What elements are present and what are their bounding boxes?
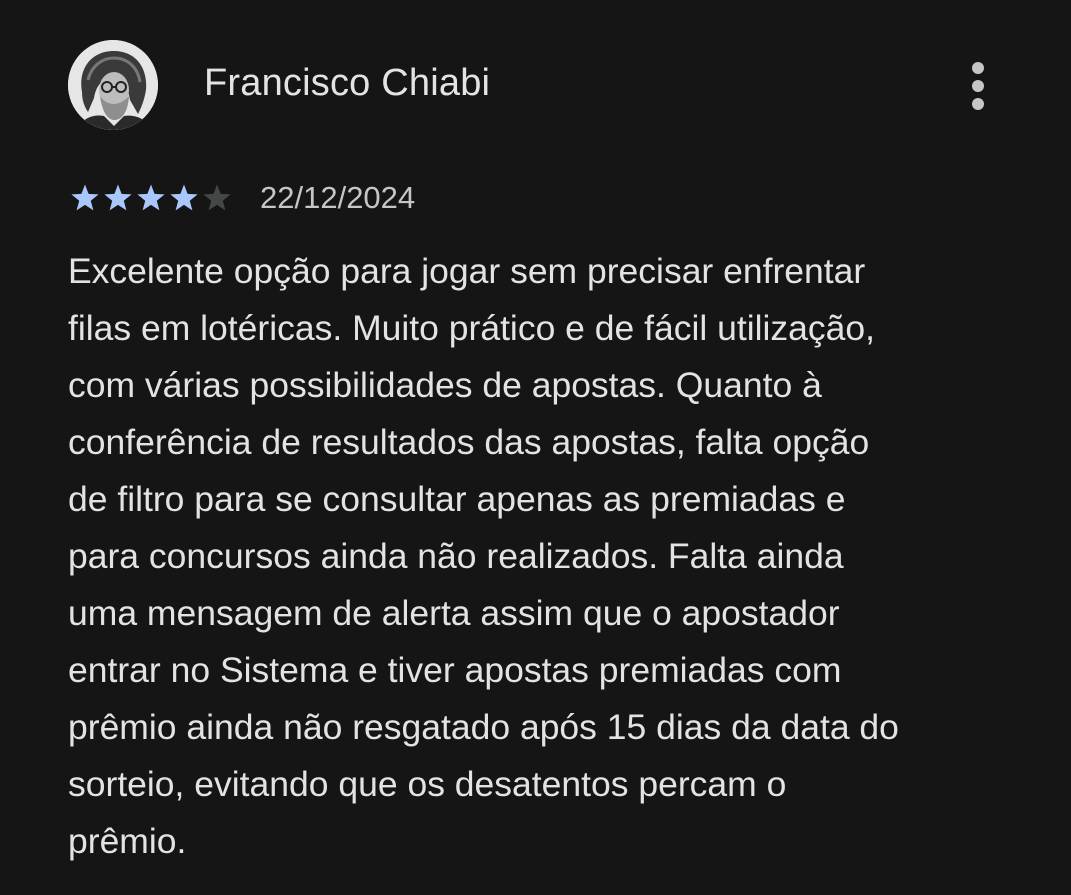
review-date: 22/12/2024 [260,180,416,215]
review-text-line: filas em lotéricas. Muito prático e de f… [68,308,875,348]
review-text-line: entrar no Sistema e tiver apostas premia… [68,650,842,690]
star-filled-icon [167,181,201,215]
review-text-line: Excelente opção para jogar sem precisar … [68,251,866,291]
review-text-line: conferência de resultados das apostas, f… [68,422,870,462]
review-text: Excelente opção para jogar sem precisar … [68,243,1028,870]
avatar-photo [68,40,158,130]
star-rating [68,181,233,215]
star-filled-icon [101,181,135,215]
review-card: Francisco Chiabi 22/12/2024 Excelente op… [0,0,1071,895]
star-filled-icon [68,181,102,215]
reviewer-avatar [68,40,158,130]
star-empty-icon [200,181,234,215]
more-options-button[interactable] [952,56,1004,116]
review-text-line: com várias possibilidades de apostas. Qu… [68,365,822,405]
star-filled-icon [134,181,168,215]
review-text-line: prêmio ainda não resgatado após 15 dias … [68,707,899,747]
review-text-line: uma mensagem de alerta assim que o apost… [68,593,840,633]
review-text-line: de filtro para se consultar apenas as pr… [68,479,846,519]
review-text-line: prêmio. [68,821,187,861]
review-text-line: sorteio, evitando que os desatentos perc… [68,764,787,804]
rating-row: 22/12/2024 [68,178,415,218]
reviewer-name: Francisco Chiabi [204,62,491,104]
review-text-line: para concursos ainda não realizados. Fal… [68,536,844,576]
